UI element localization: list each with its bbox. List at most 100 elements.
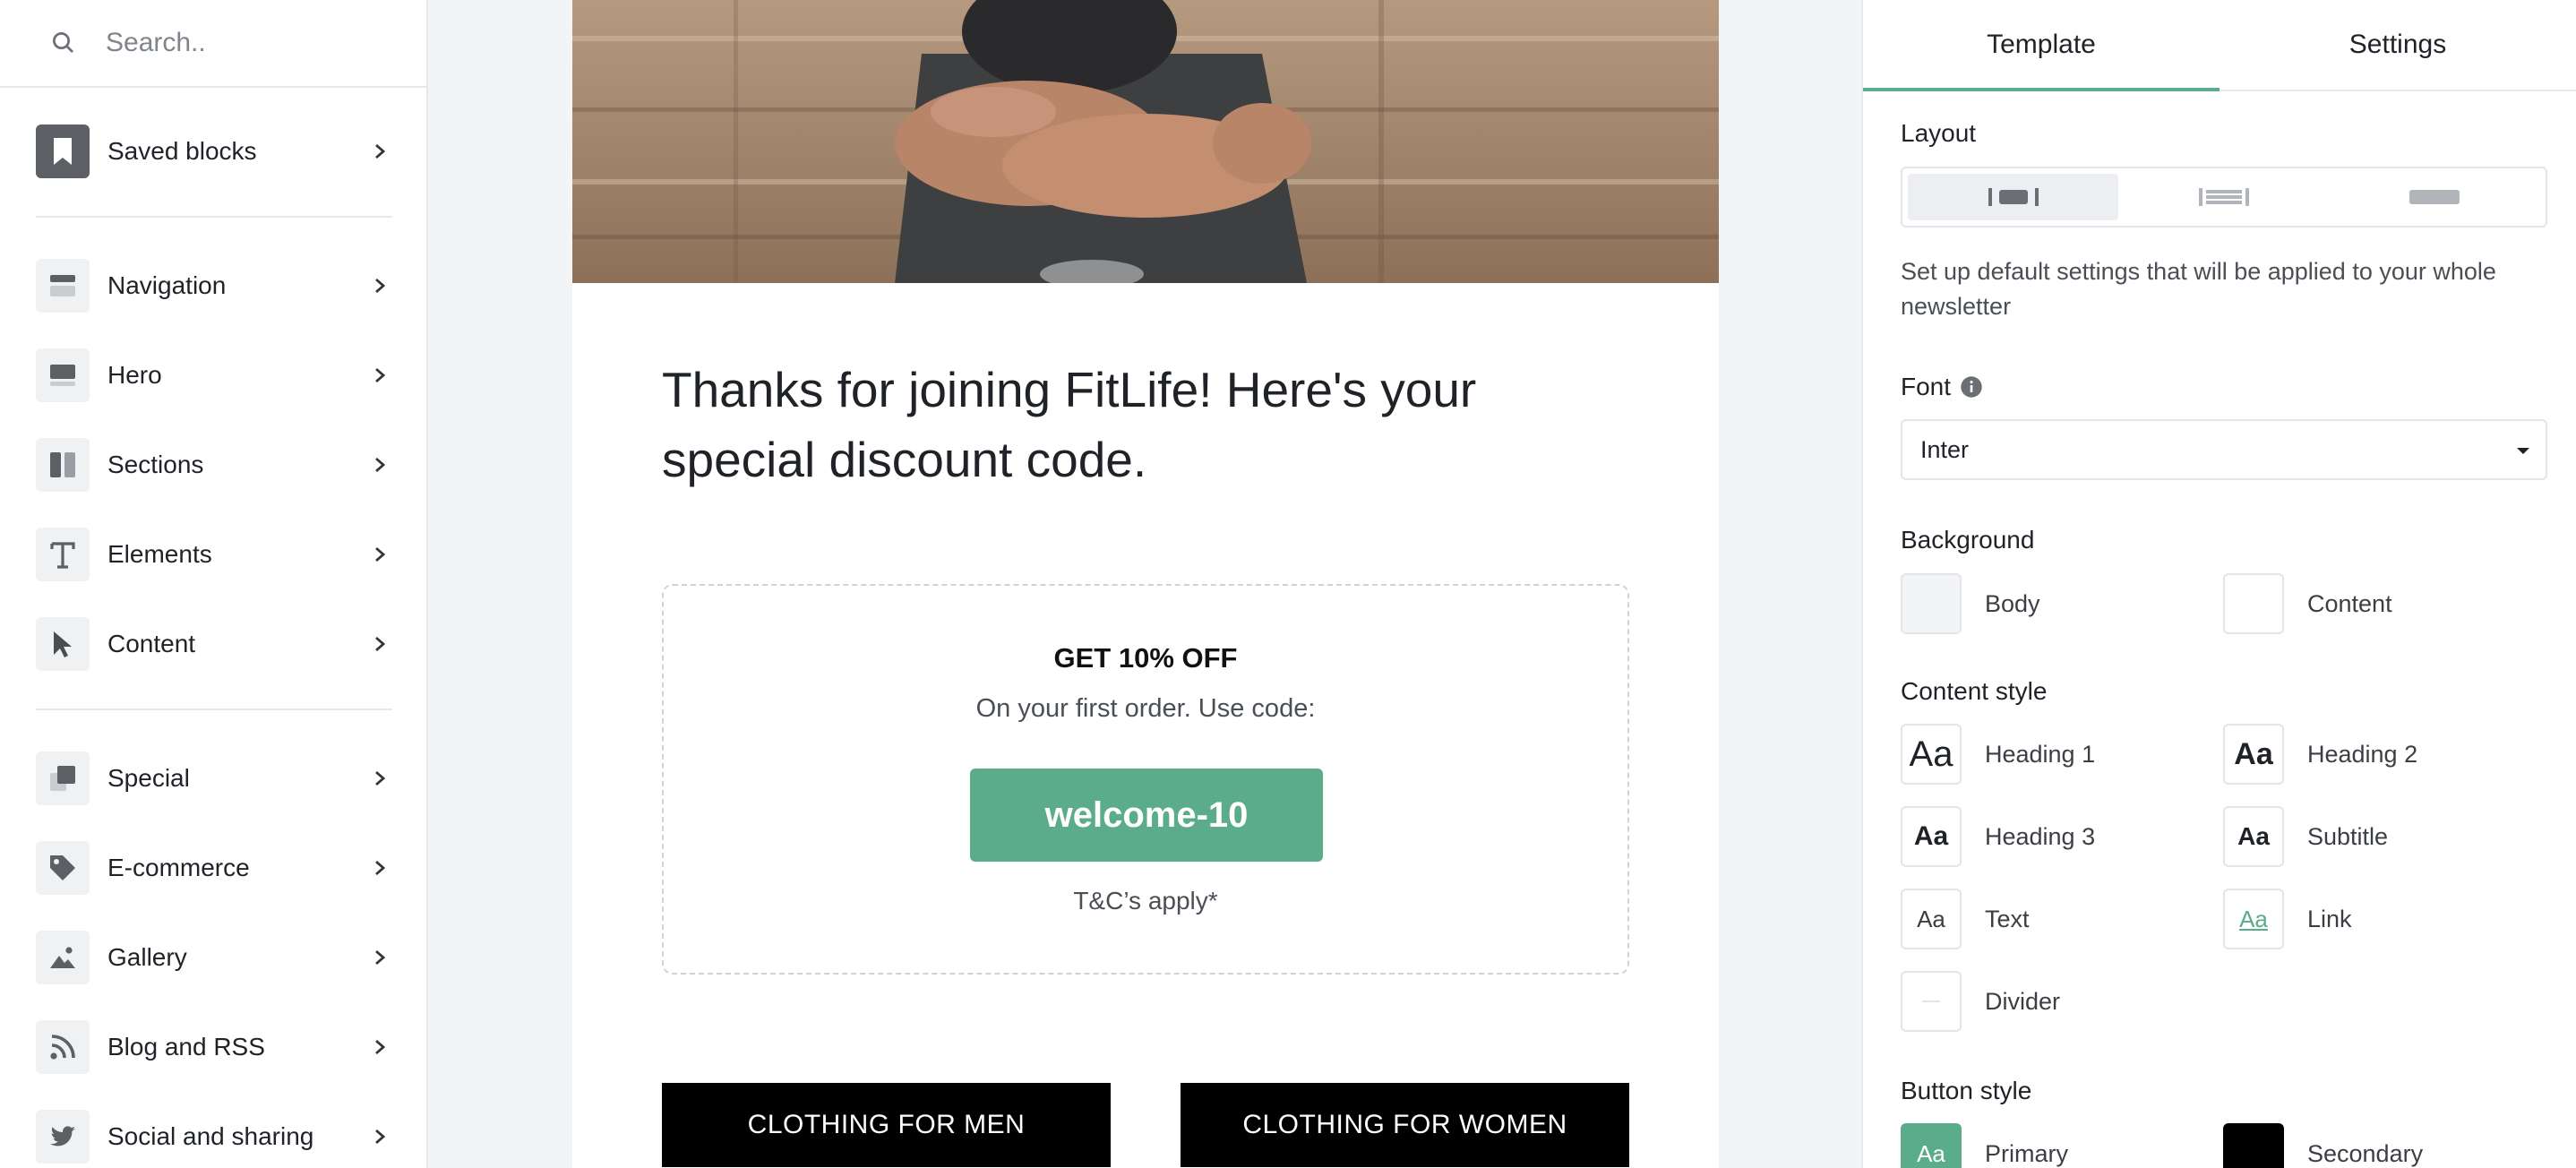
layout-label: Layout: [1901, 119, 1977, 147]
settings-panel: Template Settings Layout Set up default …: [1861, 0, 2576, 1168]
layout-centered-icon: [1988, 188, 2039, 206]
hero-icon: [36, 348, 90, 402]
layout-selector: [1901, 167, 2547, 228]
chevron-right-icon: [375, 457, 386, 473]
sidebar-item-hero[interactable]: Hero: [36, 347, 401, 404]
sidebar-item-blog-and-rss[interactable]: Blog and RSS: [36, 1018, 401, 1076]
body-color-swatch[interactable]: [1901, 573, 1962, 634]
sidebar-item-label: Blog and RSS: [107, 1033, 265, 1061]
background-content-label: Content: [2307, 589, 2392, 617]
layout-option-wide[interactable]: [2118, 174, 2329, 220]
email-headline[interactable]: Thanks for joining FitLife! Here's your …: [662, 355, 1558, 494]
sidebar-item-label: Navigation: [107, 271, 227, 299]
style-heading-3[interactable]: Aa Heading 3: [1901, 806, 2095, 867]
style-subtitle[interactable]: Aa Subtitle: [2223, 806, 2388, 867]
sidebar-item-label: Social and sharing: [107, 1122, 314, 1150]
divider-line: [1922, 1001, 1940, 1002]
coupon-terms: T&C’s apply*: [1073, 887, 1218, 915]
sidebar-item-label: Special: [107, 764, 190, 792]
style-heading-1[interactable]: Aa Heading 1: [1901, 724, 2095, 785]
editor-canvas: Thanks for joining FitLife! Here's your …: [430, 0, 1861, 1168]
clothing-for-men-button[interactable]: CLOTHING FOR MEN: [662, 1083, 1111, 1167]
secondary-button-preview: [2223, 1123, 2284, 1168]
aa-glyph: Aa: [2237, 822, 2270, 850]
content-color-swatch[interactable]: [2223, 573, 2284, 634]
style-link[interactable]: Aa Link: [2223, 889, 2352, 949]
sidebar-item-special[interactable]: Special: [36, 750, 401, 807]
rss-icon: [36, 1020, 90, 1074]
search-input[interactable]: [106, 28, 410, 58]
chevron-right-icon: [375, 860, 386, 876]
chevron-right-icon: [375, 367, 386, 383]
divider: [36, 709, 392, 710]
font-label: Font: [1901, 373, 1952, 400]
sidebar-item-saved-blocks[interactable]: Saved blocks: [36, 123, 401, 180]
background-body-label: Body: [1985, 589, 2040, 617]
coupon-code-button[interactable]: welcome-10: [970, 769, 1323, 862]
layout-full-icon: [2409, 190, 2460, 204]
sidebar-item-gallery[interactable]: Gallery: [36, 929, 401, 986]
tab-settings[interactable]: Settings: [2220, 0, 2576, 90]
style-heading-2[interactable]: Aa Heading 2: [2223, 724, 2417, 785]
navigation-icon: [36, 259, 90, 313]
special-icon: [36, 751, 90, 805]
layout-option-full[interactable]: [2330, 174, 2540, 220]
button-style-label: Button style: [1901, 1077, 2032, 1104]
aa-glyph: Aa: [1913, 821, 1949, 851]
aa-glyph: Aa: [1917, 905, 1945, 932]
heading-3-preview: Aa: [1901, 806, 1962, 867]
sidebar-item-content[interactable]: Content: [36, 615, 401, 673]
chevron-right-icon: [375, 1129, 386, 1145]
aa-glyph: Aa: [2234, 736, 2273, 771]
hero-image[interactable]: [572, 0, 1719, 283]
style-divider[interactable]: Divider: [1901, 971, 2060, 1032]
sidebar-item-label: Hero: [107, 361, 162, 389]
sidebar-item-label: E-commerce: [107, 854, 250, 881]
font-select-value: Inter: [1920, 435, 1970, 463]
blocks-sidebar: Saved blocks Navigation Hero Sections El…: [0, 0, 428, 1168]
sidebar-item-label: Saved blocks: [107, 137, 257, 165]
sidebar-item-sections[interactable]: Sections: [36, 436, 401, 494]
subtitle-preview: Aa: [2223, 806, 2284, 867]
sidebar-item-elements[interactable]: Elements: [36, 526, 401, 583]
heading-2-preview: Aa: [2223, 724, 2284, 785]
font-select[interactable]: Inter: [1901, 419, 2547, 480]
button-style-primary[interactable]: Aa Primary: [1901, 1123, 2068, 1168]
background-content-option[interactable]: Content: [2223, 573, 2392, 634]
chevron-right-icon: [375, 546, 386, 563]
info-icon[interactable]: [1960, 375, 1983, 399]
text-preview: Aa: [1901, 889, 1962, 949]
sidebar-item-social-and-sharing[interactable]: Social and sharing: [36, 1108, 401, 1165]
aa-glyph: Aa: [1917, 1139, 1945, 1167]
clothing-for-women-button[interactable]: CLOTHING FOR WOMEN: [1181, 1083, 1629, 1167]
coupon-title: GET 10% OFF: [1053, 642, 1238, 674]
sidebar-item-label: Gallery: [107, 943, 187, 971]
button-style-secondary[interactable]: Secondary: [2223, 1123, 2423, 1168]
email-preview: Thanks for joining FitLife! Here's your …: [572, 0, 1719, 1168]
chevron-right-icon: [375, 770, 386, 786]
sidebar-item-navigation[interactable]: Navigation: [36, 257, 401, 314]
text-icon: [36, 528, 90, 581]
background-body-option[interactable]: Body: [1901, 573, 2040, 634]
style-divider-label: Divider: [1985, 987, 2061, 1015]
bookmark-icon: [36, 125, 90, 178]
background-label: Background: [1901, 526, 2035, 554]
coupon-subtitle: On your first order. Use code:: [975, 694, 1316, 723]
sidebar-item-label: Elements: [107, 540, 212, 568]
style-subtitle-label: Subtitle: [2307, 822, 2389, 850]
style-text[interactable]: Aa Text: [1901, 889, 2030, 949]
font-label-row: Font: [1901, 373, 1983, 401]
caret-down-icon: [2517, 448, 2529, 454]
divider-preview: [1901, 971, 1962, 1032]
sidebar-item-label: Sections: [107, 451, 204, 478]
tab-template[interactable]: Template: [1863, 0, 2220, 91]
heading-1-preview: Aa: [1901, 724, 1962, 785]
divider: [36, 216, 392, 218]
style-heading-3-label: Heading 3: [1985, 822, 2096, 850]
aa-glyph: Aa: [2239, 905, 2268, 932]
button-style-primary-label: Primary: [1985, 1139, 2068, 1167]
layout-option-centered[interactable]: [1908, 174, 2119, 220]
chevron-right-icon: [375, 1039, 386, 1055]
sidebar-item-e-commerce[interactable]: E-commerce: [36, 839, 401, 897]
coupon-box[interactable]: GET 10% OFF On your first order. Use cod…: [662, 584, 1629, 975]
